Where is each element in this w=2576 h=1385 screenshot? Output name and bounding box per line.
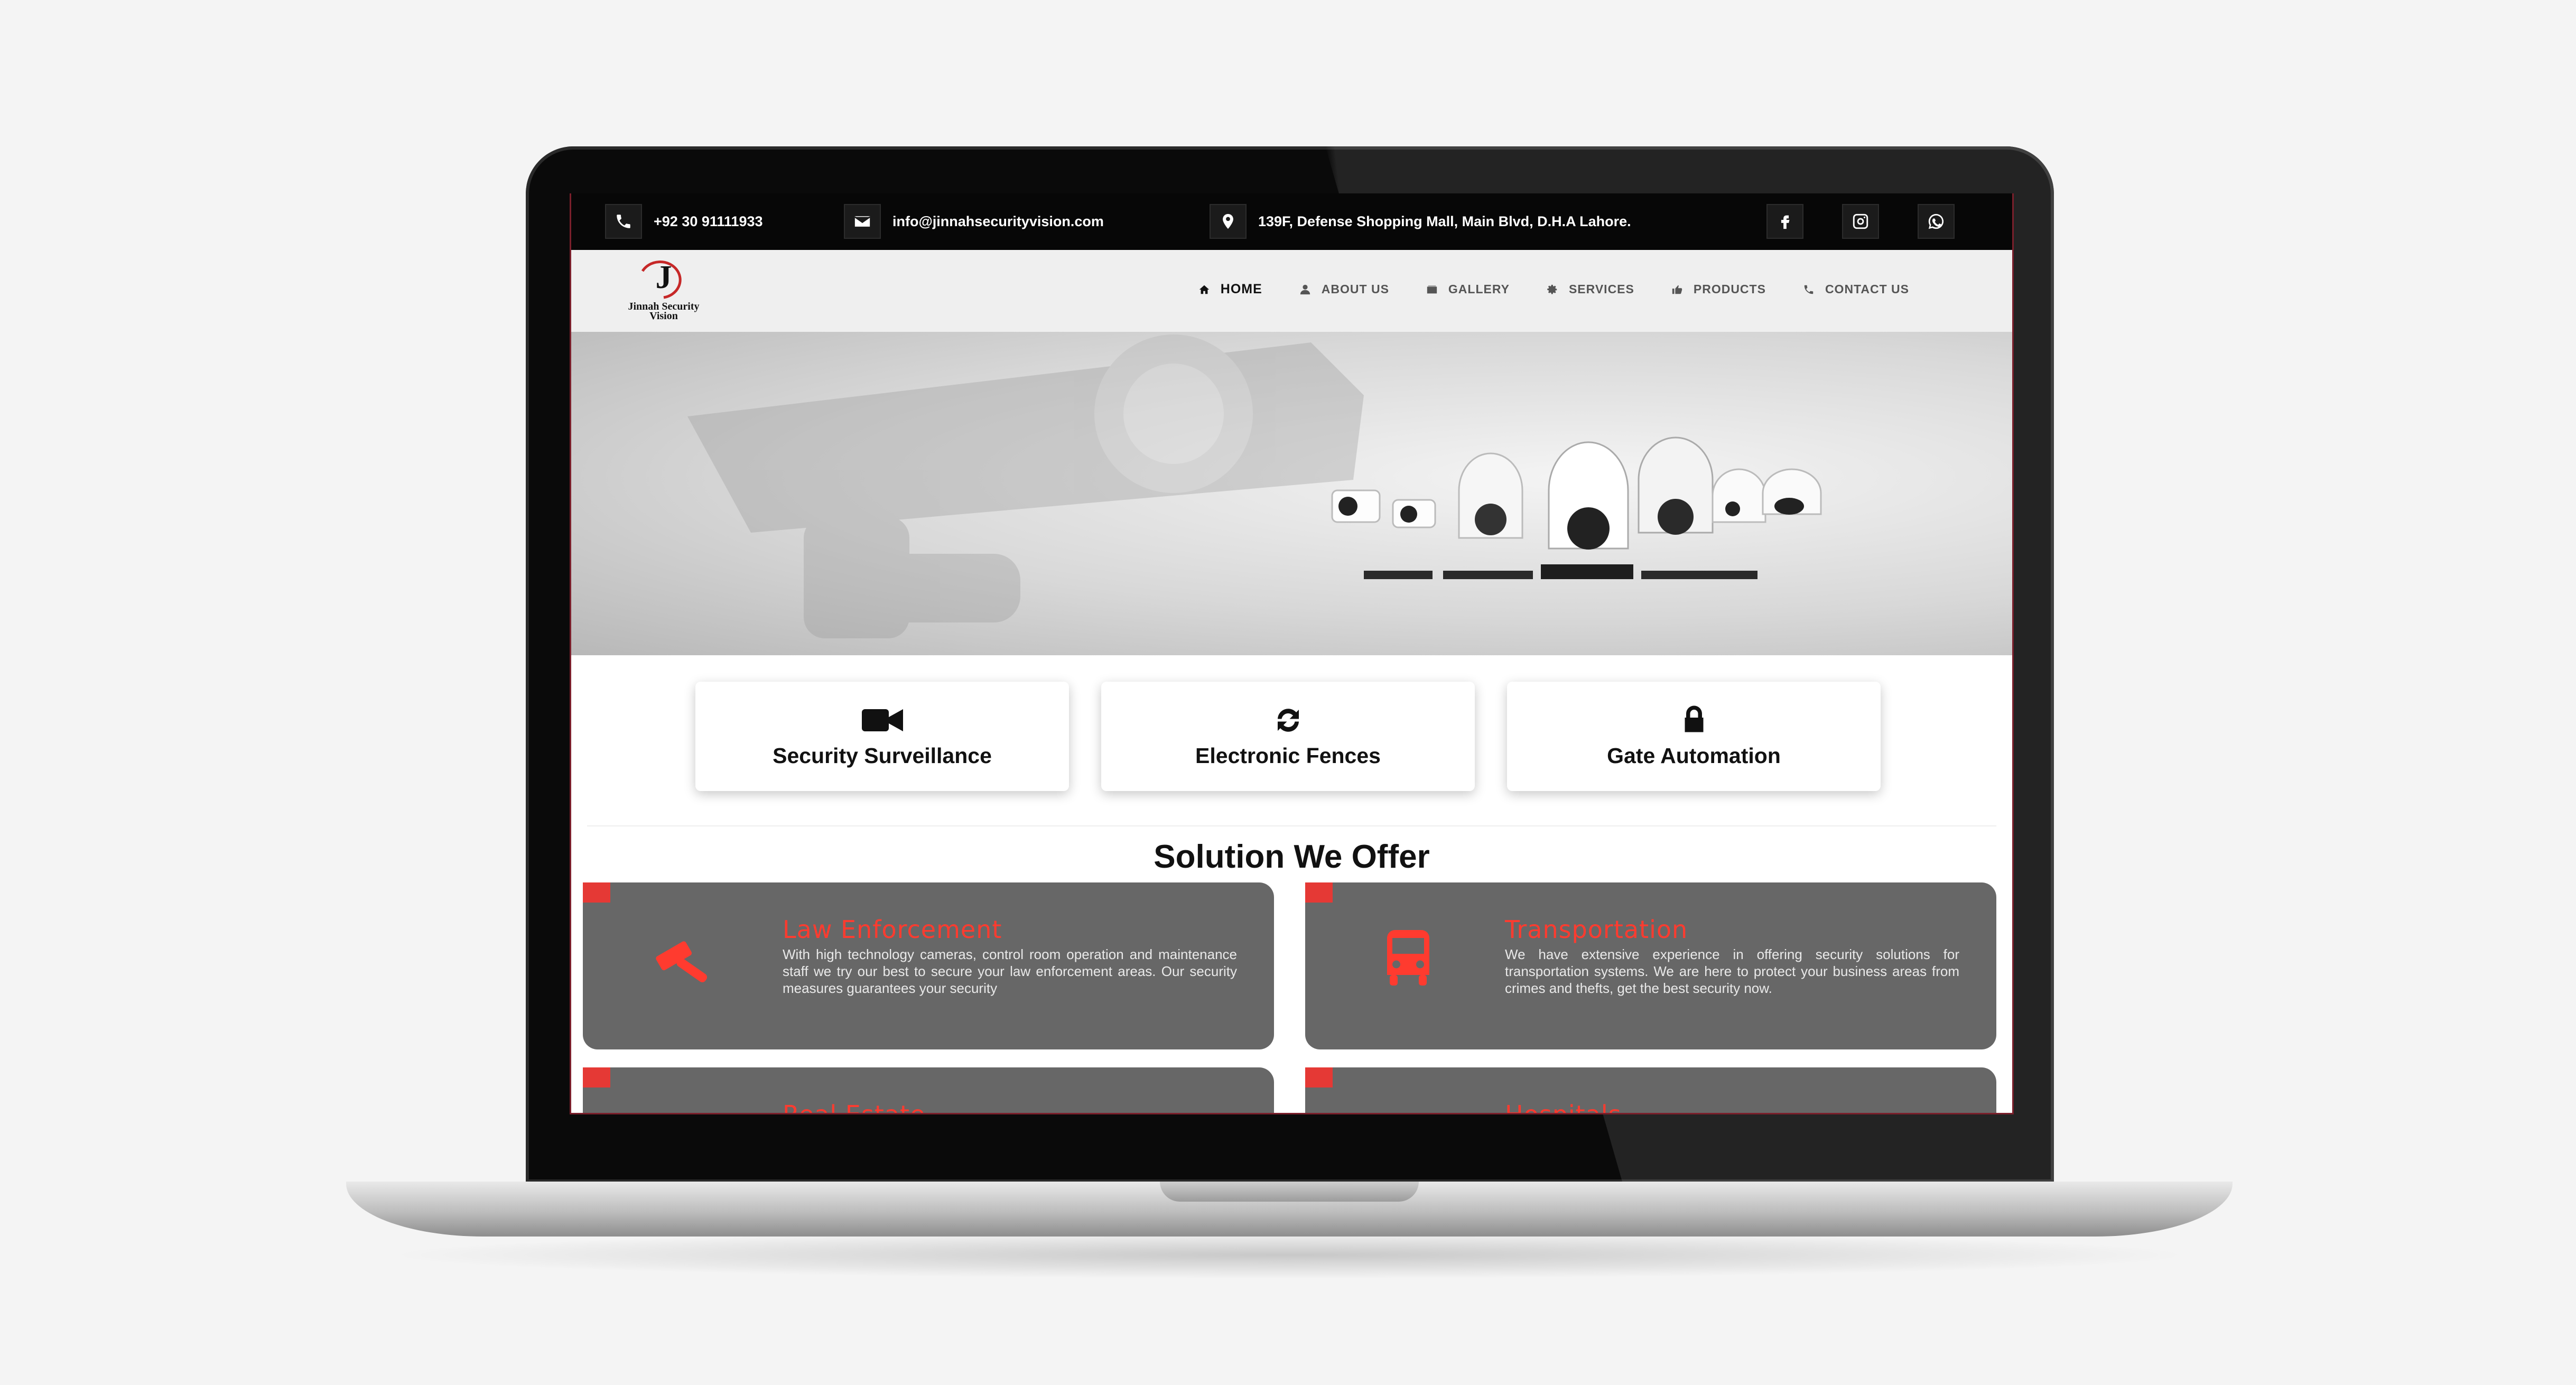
nav-home[interactable]: HOME	[1198, 282, 1262, 297]
main-navbar: J Jinnah Security Vision HOME ABOUT US G…	[571, 250, 2012, 332]
card-description: We have extensive experience in offering…	[1505, 946, 1959, 996]
gallery-icon	[1427, 285, 1437, 293]
tile-label: Electronic Fences	[1195, 743, 1381, 768]
card-title: Hospitals	[1505, 1100, 1622, 1114]
logo-emblem: J	[641, 259, 682, 299]
phone-contact[interactable]: +92 30 91111933	[605, 204, 763, 239]
nav-label: GALLERY	[1448, 282, 1510, 296]
tile-security-surveillance[interactable]: Security Surveillance	[695, 682, 1069, 791]
card-corner-accent	[1305, 1067, 1333, 1087]
email-icon	[844, 204, 881, 239]
card-corner-accent	[583, 882, 610, 903]
nav-products[interactable]: PRODUCTS	[1671, 282, 1766, 297]
camera-products-image	[1331, 436, 1822, 579]
hero-illustration	[687, 334, 1822, 638]
bus-icon	[1387, 930, 1429, 986]
nav-label: SERVICES	[1568, 282, 1634, 296]
solution-card-transportation[interactable]: Transportation We have extensive experie…	[1305, 882, 1996, 1049]
solution-card-hospitals[interactable]: Hospitals	[1305, 1067, 1996, 1114]
logo-text: Jinnah Security Vision	[613, 301, 714, 322]
email-contact[interactable]: info@jinnahsecurityvision.com	[844, 204, 1104, 239]
nav-contact[interactable]: CONTACT US	[1803, 282, 1909, 297]
nav-about[interactable]: ABOUT US	[1299, 282, 1389, 297]
card-corner-accent	[1305, 882, 1333, 903]
phone-icon	[605, 204, 642, 239]
nav-menu: HOME ABOUT US GALLERY SERVICES PRODUCTS …	[1161, 282, 1909, 297]
tile-label: Gate Automation	[1607, 743, 1781, 768]
tile-gate-automation[interactable]: Gate Automation	[1507, 682, 1881, 791]
nav-label: HOME	[1220, 282, 1262, 296]
card-title: Real Estate	[783, 1100, 926, 1114]
solution-card-law-enforcement[interactable]: Law Enforcement With high technology cam…	[583, 882, 1274, 1049]
lock-icon	[1685, 705, 1703, 732]
facebook-icon	[1766, 204, 1803, 239]
instagram-link[interactable]	[1842, 204, 1879, 239]
laptop-base	[346, 1182, 2233, 1237]
solution-card-real-estate[interactable]: Real Estate	[583, 1067, 1274, 1114]
phone-icon	[1804, 285, 1814, 294]
website-screen: +92 30 91111933 info@jinnahsecurityvisio…	[570, 193, 2014, 1114]
tile-electronic-fences[interactable]: Electronic Fences	[1101, 682, 1475, 791]
phone-number: +92 30 91111933	[654, 213, 763, 229]
section-divider	[587, 825, 1996, 826]
card-corner-accent	[583, 1067, 610, 1087]
facebook-link[interactable]	[1766, 204, 1803, 239]
section-title: Solution We Offer	[1154, 839, 1430, 875]
nav-label: CONTACT US	[1825, 282, 1909, 296]
whatsapp-link[interactable]	[1918, 204, 1955, 239]
screen-bottom-border	[571, 1113, 2012, 1114]
card-title: Transportation	[1505, 915, 1688, 944]
logo-letter: J	[656, 259, 672, 295]
whatsapp-icon	[1918, 204, 1955, 239]
nav-label: ABOUT US	[1321, 282, 1389, 296]
location-icon	[1210, 204, 1247, 239]
refresh-icon	[1277, 709, 1299, 732]
home-icon	[1199, 285, 1209, 294]
tile-label: Security Surveillance	[773, 743, 992, 768]
address-text: 139F, Defense Shopping Mall, Main Blvd, …	[1258, 213, 1631, 229]
contact-bar: +92 30 91111933 info@jinnahsecurityvisio…	[571, 193, 2012, 250]
gear-icon	[1547, 284, 1557, 294]
nav-gallery[interactable]: GALLERY	[1426, 282, 1510, 297]
card-title: Law Enforcement	[783, 915, 1002, 944]
email-address: info@jinnahsecurityvision.com	[892, 213, 1104, 229]
hero-banner	[571, 332, 2012, 655]
background-camera-image	[687, 334, 1364, 638]
user-icon	[1300, 284, 1310, 294]
site-logo[interactable]: J Jinnah Security Vision	[613, 255, 714, 327]
laptop-shadow	[380, 1231, 2198, 1279]
logo-line-2: Vision	[649, 310, 678, 322]
address-contact: 139F, Defense Shopping Mall, Main Blvd, …	[1210, 204, 1631, 239]
laptop-notch	[1160, 1182, 1419, 1202]
nav-label: PRODUCTS	[1693, 282, 1766, 296]
thumbs-up-icon	[1672, 285, 1682, 294]
video-camera-icon	[861, 709, 903, 731]
instagram-icon	[1842, 204, 1879, 239]
card-description: With high technology cameras, control ro…	[783, 946, 1237, 996]
gavel-icon	[656, 941, 707, 982]
nav-services[interactable]: SERVICES	[1547, 282, 1634, 297]
